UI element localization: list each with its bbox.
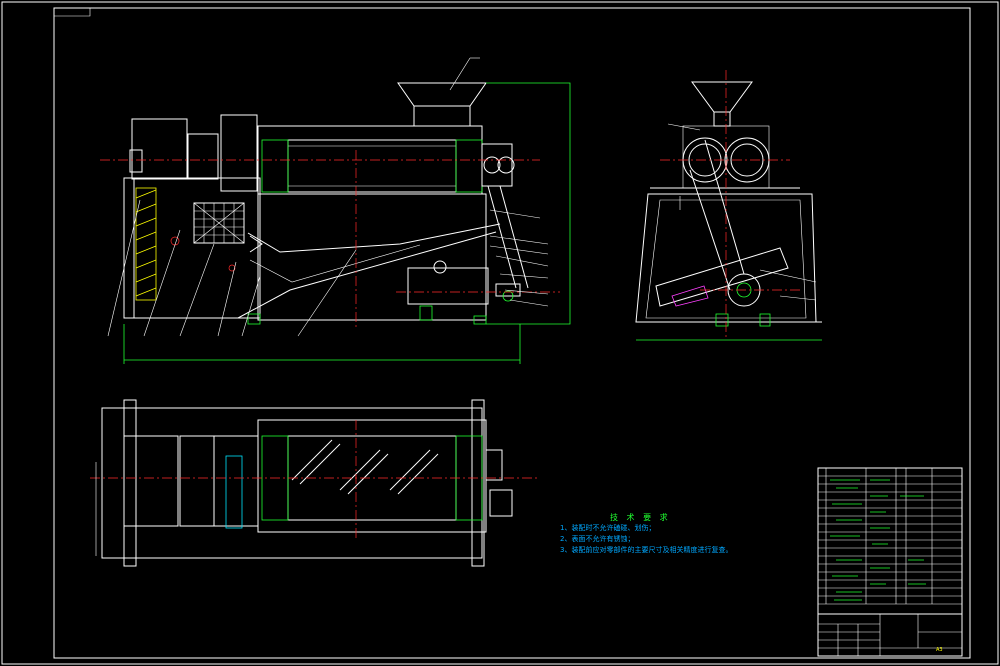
side-view <box>635 70 822 341</box>
side-chute <box>655 247 789 307</box>
drive-motor <box>407 267 489 305</box>
sheet-size-label: A3 <box>936 647 943 653</box>
top-roller-housing <box>257 419 487 533</box>
machine-body <box>257 193 487 321</box>
left-bearing <box>261 139 289 193</box>
right-bearing <box>455 139 483 193</box>
bill-of-materials <box>817 467 963 615</box>
part-leaders <box>107 57 549 337</box>
feed-hopper <box>397 82 487 107</box>
motor-body <box>131 118 188 180</box>
sheet-outer-border <box>1 1 999 665</box>
technical-requirements: 技 术 要 求 1、装配时不允许磕碰、划伤； 2、表面不允许有锈蚀； 3、装配前… <box>560 512 732 556</box>
front-view <box>100 57 571 364</box>
drawing-frame <box>53 7 971 659</box>
frame-left <box>123 177 261 319</box>
requirement-item: 2、表面不允许有锈蚀； <box>560 535 635 543</box>
top-frame <box>101 407 483 559</box>
top-view <box>90 399 540 567</box>
cad-drawing <box>1 1 999 665</box>
chute-incline <box>237 231 497 319</box>
coupling <box>225 455 243 529</box>
spiral-flights <box>291 439 439 495</box>
requirement-item: 1、装配时不允许磕碰、划伤； <box>560 524 656 532</box>
code-box <box>53 8 91 17</box>
technical-requirements-title: 技 术 要 求 <box>610 513 671 522</box>
requirement-item: 3、装配前应对零部件的主要尺寸及相关精度进行复查。 <box>560 546 733 554</box>
side-hopper <box>691 81 753 113</box>
roller <box>287 139 457 193</box>
